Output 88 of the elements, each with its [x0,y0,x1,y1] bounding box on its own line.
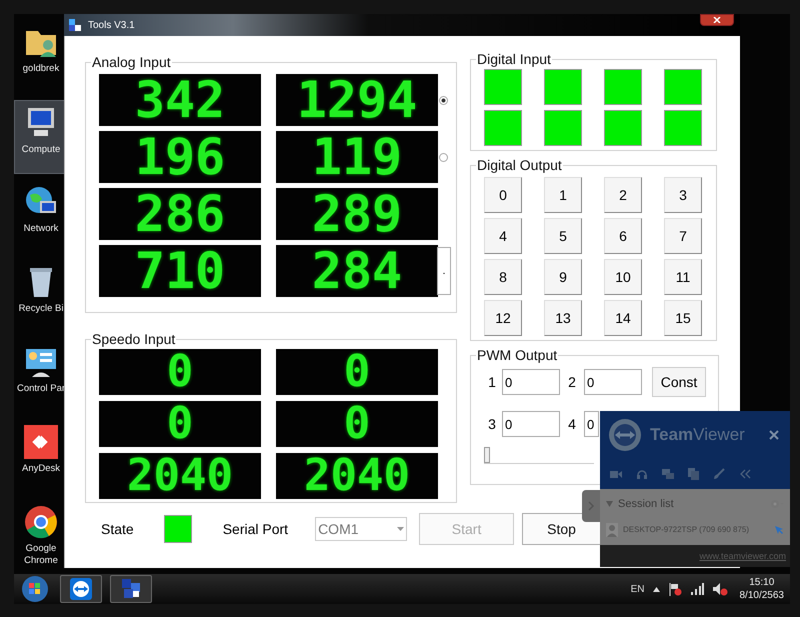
ring-logo-icon [22,503,60,541]
files-icon[interactable] [688,468,699,480]
dropdown-arrow-icon [397,527,404,531]
small-button[interactable]: . [437,247,451,295]
digital-display: 286 [99,188,261,240]
digital-display: 2040 [276,453,438,499]
output-button[interactable]: 14 [604,300,642,336]
output-button[interactable]: 15 [664,300,702,336]
output-button[interactable]: 12 [484,300,522,336]
output-button[interactable]: 4 [484,218,522,254]
output-button[interactable]: 9 [544,259,582,295]
close-icon [712,17,722,23]
output-button[interactable]: 1 [544,177,582,213]
flag-icon[interactable] [668,582,682,596]
clock[interactable]: 15:10 8/10/2563 [740,576,784,602]
up-arrow-icon[interactable] [652,586,660,592]
chat-icon[interactable] [662,468,674,480]
diamond-logo-icon [22,423,60,461]
slider[interactable] [484,445,594,464]
digital-display: 284 [276,245,438,297]
output-button[interactable]: 13 [544,300,582,336]
input-field[interactable]: 0 [584,369,642,395]
channel-label: 3 [487,416,497,432]
arrows-logo-icon [68,578,94,600]
output-button[interactable]: 0 [484,177,522,213]
digital-display: 2040 [99,453,261,499]
group-title: Speedo Input [91,331,176,347]
slider-thumb[interactable] [484,447,490,463]
panel-title: TeamViewer [650,425,746,445]
date-text: 8/10/2563 [740,589,784,602]
desktop-icon[interactable]: goldbrek [14,20,68,94]
speaker-icon[interactable] [712,582,728,596]
group-title: PWM Output [476,347,558,363]
serial-port-label: Serial Port [222,521,288,537]
output-button[interactable]: 11 [664,259,702,295]
output-button[interactable]: 10 [604,259,642,295]
desktop-icon[interactable]: Google Chrome [14,500,68,574]
output-button[interactable]: 6 [604,218,642,254]
digital-display: 710 [99,245,261,297]
taskbar-button[interactable] [110,575,152,603]
input-field[interactable]: 0 [502,411,560,437]
video-icon[interactable] [610,469,622,479]
digital-display: 1294 [276,74,438,126]
user-icon [606,522,618,536]
desktop-icon[interactable]: AnyDesk [14,420,68,494]
group-title: Analog Input [91,54,172,70]
caret-icon [606,500,613,506]
arrows-logo-icon [608,418,642,452]
headset-icon[interactable] [636,468,648,480]
window-title: Tools V3.1 [88,20,136,30]
channel-label: 4 [567,416,577,432]
digital-display: 119 [276,131,438,183]
desktop-icon[interactable]: Control Par [14,340,68,414]
digital-display: 0 [99,349,261,395]
input-field[interactable]: 0 [502,369,560,395]
language-indicator[interactable]: EN [630,584,644,594]
time-text: 15:10 [749,576,774,589]
digital-display: 342 [99,74,261,126]
output-button[interactable]: 2 [604,177,642,213]
stop-button[interactable]: Stop [522,513,600,545]
output-button[interactable]: 5 [544,218,582,254]
collapse-icon[interactable] [739,469,751,479]
group-title: Digital Output [476,157,563,173]
const-button[interactable]: Const [652,367,706,397]
brush-icon[interactable] [713,468,725,480]
channel-label: 1 [487,374,497,390]
digital-display: 196 [99,131,261,183]
taskbar-button[interactable] [60,575,102,603]
close-icon[interactable] [768,429,780,441]
signal-icon[interactable] [690,583,704,595]
desktop-icon[interactable]: Recycle Bi [14,260,68,334]
state-label: State [101,521,134,537]
radio-button[interactable] [439,152,448,162]
desktop-icon[interactable]: Network [14,180,68,254]
output-button[interactable]: 8 [484,259,522,295]
close-button[interactable] [700,14,734,26]
digital-display: 0 [276,349,438,395]
output-button[interactable]: 3 [664,177,702,213]
group-title: Digital Input [476,51,552,67]
digital-display: 0 [276,401,438,447]
input-field[interactable]: 0 [584,411,599,437]
output-button[interactable]: 7 [664,218,702,254]
channel-label: 2 [567,374,577,390]
cubes-icon [68,18,82,32]
digital-display: 0 [99,401,261,447]
radio-button[interactable] [439,96,448,104]
expand-tab[interactable] [582,490,600,522]
digital-display: 289 [276,188,438,240]
